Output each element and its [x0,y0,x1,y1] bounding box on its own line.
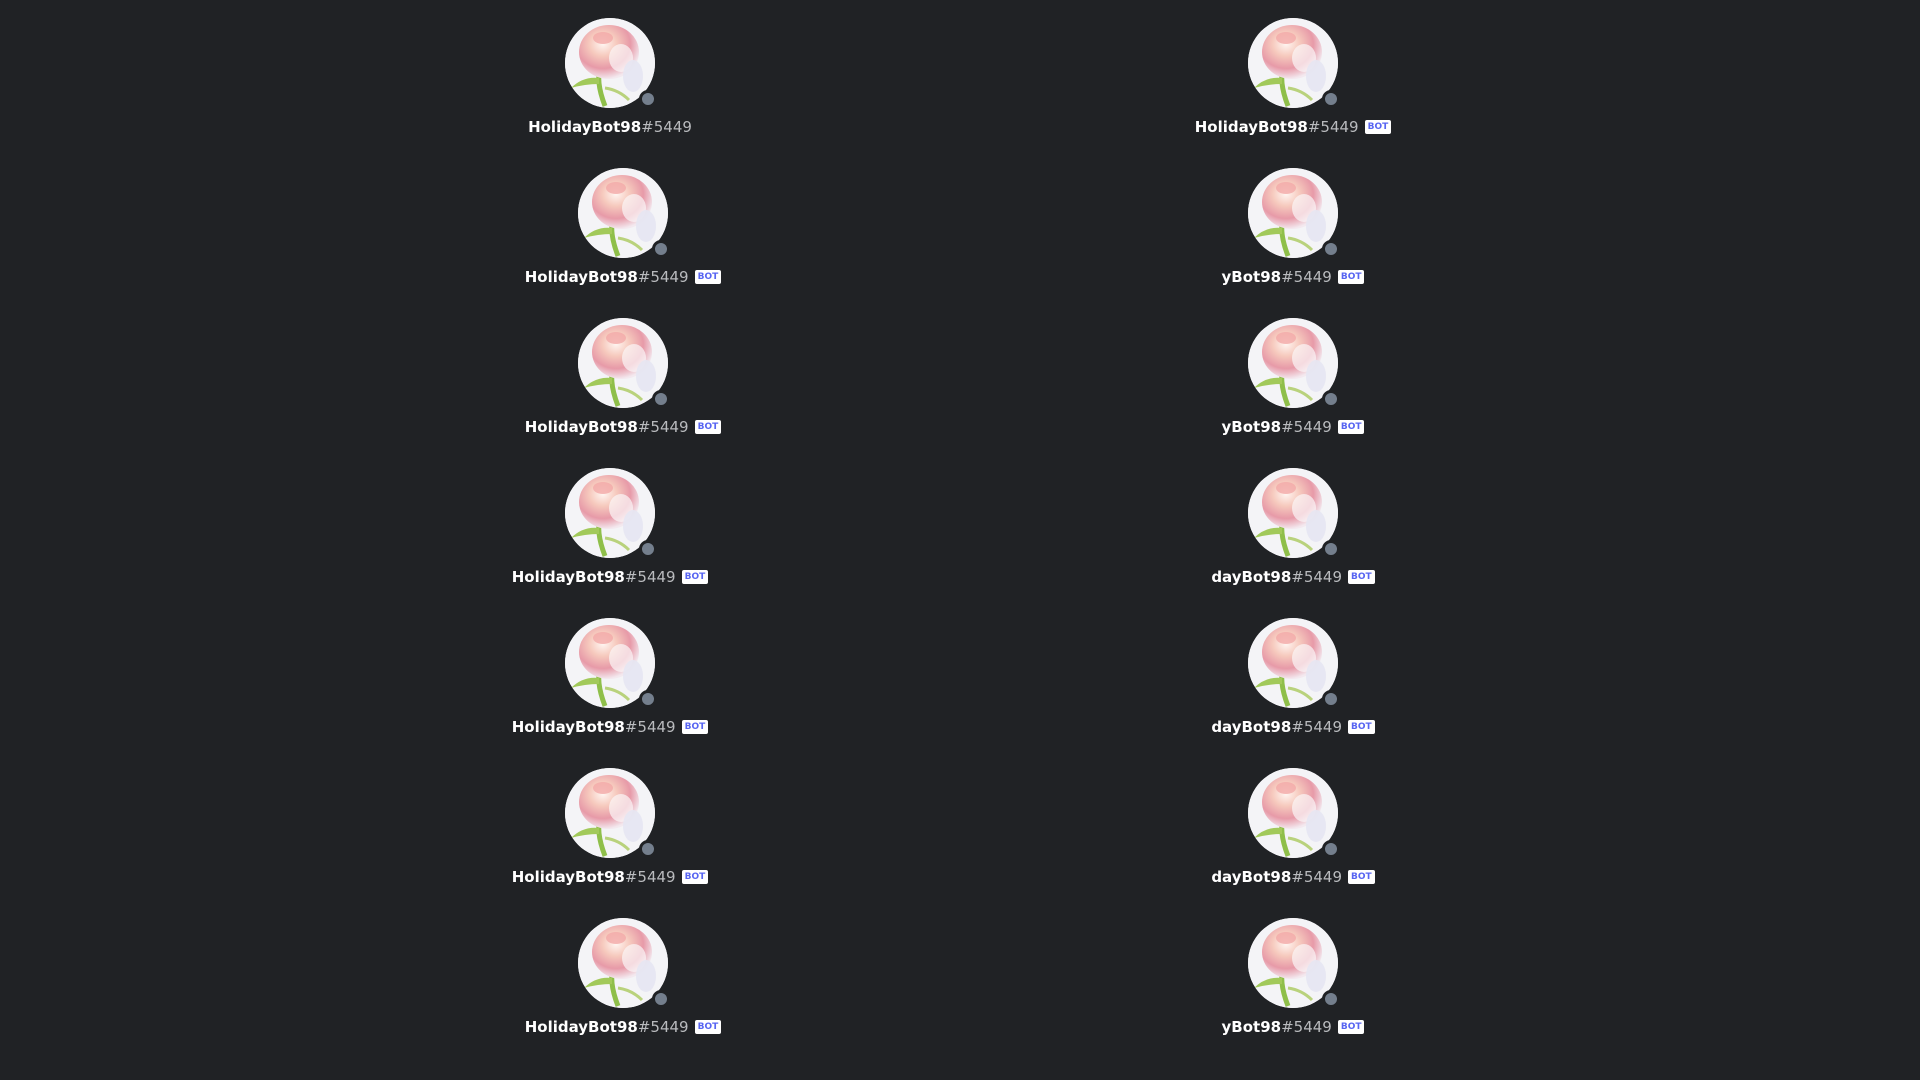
status-indicator [1322,90,1340,108]
username[interactable]: yBot98 [1222,418,1282,436]
discriminator: #5449 [637,1018,689,1036]
status-indicator [1322,390,1340,408]
status-indicator [1322,690,1340,708]
profile-card[interactable]: HolidayBot98 #5449 BOT [443,318,803,438]
username[interactable]: HolidayBot98 [525,1018,638,1036]
username-line: yBot98 #5449 BOT [1222,1016,1365,1038]
avatar[interactable] [578,918,670,1008]
bot-tag: BOT [1337,1020,1365,1034]
discriminator: #5449 [624,718,676,736]
profile-card[interactable]: HolidayBot98 #5449 BOT [430,468,790,588]
status-indicator [652,240,670,258]
username-line: yBot98 #5449 BOT [1222,416,1365,438]
avatar[interactable] [565,468,657,558]
profile-card[interactable]: dayBot98 #5449 BOT [1113,618,1473,738]
avatar[interactable] [1248,318,1340,408]
profile-card[interactable]: HolidayBot98 #5449 BOT [430,618,790,738]
profile-card[interactable]: HolidayBot98 #5449 BOT [1113,18,1473,138]
username-line: HolidayBot98 #5449 [528,116,692,138]
username[interactable]: dayBot98 [1211,868,1291,886]
username-line: dayBot98 #5449 BOT [1211,866,1375,888]
discriminator: #5449 [624,568,676,586]
bot-tag: BOT [1337,270,1365,284]
discriminator: #5449 [1291,718,1343,736]
username[interactable]: HolidayBot98 [512,718,625,736]
profile-card[interactable]: HolidayBot98 #5449 BOT [443,918,803,1038]
status-indicator [1322,240,1340,258]
bot-tag: BOT [1364,120,1392,134]
bot-tag: BOT [694,420,722,434]
avatar[interactable] [578,318,670,408]
discriminator: #5449 [637,418,689,436]
username-line: dayBot98 #5449 BOT [1211,716,1375,738]
status-indicator [639,90,657,108]
discriminator: #5449 [624,868,676,886]
username[interactable]: HolidayBot98 [528,118,641,136]
profile-card[interactable]: HolidayBot98 #5449 BOT [443,168,803,288]
username[interactable]: HolidayBot98 [525,418,638,436]
discriminator: #5449 [1291,868,1343,886]
status-indicator [1322,990,1340,1008]
bot-tag: BOT [694,1020,722,1034]
bot-tag: BOT [1337,420,1365,434]
username[interactable]: dayBot98 [1211,568,1291,586]
avatar[interactable] [565,618,657,708]
username-line: yBot98 #5449 BOT [1222,266,1365,288]
username[interactable]: HolidayBot98 [525,268,638,286]
username[interactable]: HolidayBot98 [1195,118,1308,136]
avatar[interactable] [1248,768,1340,858]
status-indicator [639,690,657,708]
avatar[interactable] [565,768,657,858]
status-indicator [652,990,670,1008]
profile-card[interactable]: HolidayBot98 #5449 [430,18,790,138]
avatar[interactable] [1248,918,1340,1008]
username[interactable]: HolidayBot98 [512,568,625,586]
username-line: HolidayBot98 #5449 BOT [1195,116,1392,138]
username-line: HolidayBot98 #5449 BOT [512,566,709,588]
avatar[interactable] [1248,468,1340,558]
profile-card[interactable]: dayBot98 #5449 BOT [1113,768,1473,888]
discriminator: #5449 [1291,568,1343,586]
username[interactable]: dayBot98 [1211,718,1291,736]
discriminator: #5449 [1281,1018,1332,1036]
bot-tag: BOT [1348,870,1375,884]
avatar[interactable] [1248,618,1340,708]
username[interactable]: yBot98 [1222,1018,1282,1036]
profile-card[interactable]: dayBot98 #5449 BOT [1113,468,1473,588]
username-line: HolidayBot98 #5449 BOT [525,266,722,288]
discriminator: #5449 [1307,118,1359,136]
status-indicator [1322,540,1340,558]
username-line: HolidayBot98 #5449 BOT [512,866,709,888]
profile-card[interactable]: yBot98 #5449 BOT [1113,918,1473,1038]
avatar[interactable] [1248,18,1340,108]
bot-tag: BOT [681,720,709,734]
discriminator: #5449 [1281,418,1332,436]
profile-grid: HolidayBot98 #5449 HolidayBot98 #5449 BOT H… [0,0,1920,1080]
bot-tag: BOT [1348,720,1375,734]
username[interactable]: yBot98 [1222,268,1282,286]
profile-card[interactable]: yBot98 #5449 BOT [1113,318,1473,438]
username-line: HolidayBot98 #5449 BOT [512,716,709,738]
bot-tag: BOT [681,870,709,884]
discriminator: #5449 [1281,268,1332,286]
avatar[interactable] [565,18,657,108]
bot-tag: BOT [681,570,709,584]
username-line: HolidayBot98 #5449 BOT [525,416,722,438]
username-line: dayBot98 #5449 BOT [1211,566,1375,588]
status-indicator [639,540,657,558]
discriminator: #5449 [637,268,689,286]
status-indicator [1322,840,1340,858]
avatar[interactable] [578,168,670,258]
discriminator: #5449 [641,118,692,136]
bot-tag: BOT [694,270,722,284]
username-line: HolidayBot98 #5449 BOT [525,1016,722,1038]
avatar[interactable] [1248,168,1340,258]
bot-tag: BOT [1348,570,1375,584]
status-indicator [639,840,657,858]
profile-card[interactable]: yBot98 #5449 BOT [1113,168,1473,288]
username[interactable]: HolidayBot98 [512,868,625,886]
profile-card[interactable]: HolidayBot98 #5449 BOT [430,768,790,888]
status-indicator [652,390,670,408]
